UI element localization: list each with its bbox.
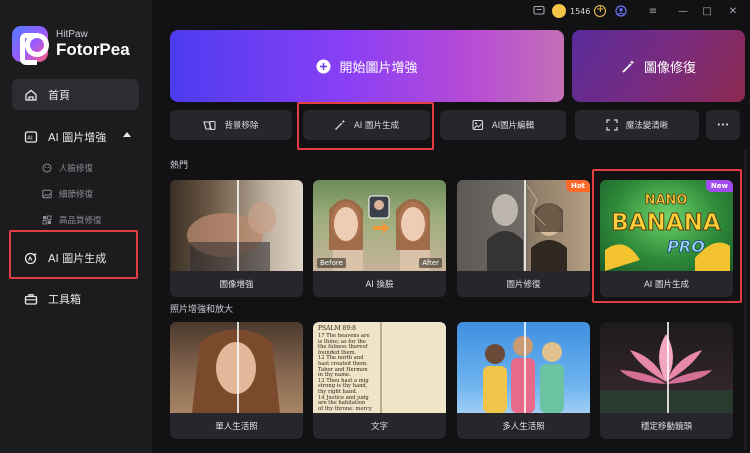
sidebar-item-label: AI 圖片增強 — [48, 130, 107, 144]
card-label: AI 換臉 — [365, 280, 394, 290]
image-icon — [42, 189, 52, 199]
background-remove-button[interactable]: 背景移除 — [170, 110, 292, 140]
home-icon — [24, 88, 38, 102]
app-logo: HitPaw FotorPea — [12, 26, 152, 66]
card-label: 單人生活照 — [215, 422, 258, 432]
before-tag: Before — [317, 258, 346, 268]
image-repair-button[interactable]: 圖像修復 — [572, 30, 745, 102]
start-enhance-label: 開始圖片增強 — [339, 60, 418, 76]
ai-image-edit-button[interactable]: AI圖片編輯 — [440, 110, 566, 140]
minimize-icon[interactable]: — — [676, 4, 690, 18]
card-label: 穩定移動鏡頭 — [640, 422, 692, 432]
grid-icon — [42, 215, 52, 225]
coin-icon — [552, 4, 566, 18]
compare-divider — [667, 322, 669, 413]
photo-card-text[interactable]: PSALM 89:8 17 The heavens are is thine; a… — [313, 322, 446, 439]
tool-label: 背景移除 — [224, 121, 259, 131]
card-image: PSALM 89:8 17 The heavens are is thine; a… — [313, 322, 446, 413]
sidebar-item-toolbox[interactable]: 工具箱 — [12, 283, 139, 314]
menu-icon[interactable]: ≡ — [646, 4, 660, 18]
photo-card-portrait[interactable]: 單人生活照 — [170, 322, 303, 439]
chat-icon[interactable] — [532, 4, 546, 18]
hot-card-repair[interactable]: Hot 圖片修復 — [457, 180, 590, 297]
account-icon[interactable] — [614, 4, 628, 18]
highlight-box-sidebar — [9, 230, 138, 279]
photo-card-group[interactable]: 多人生活照 — [457, 322, 590, 439]
brand-sub: HitPaw — [56, 29, 88, 40]
card-image — [170, 180, 303, 271]
title-bar: 1546 + ≡ — □ ✕ — [152, 0, 750, 22]
image-edit-icon — [472, 119, 484, 131]
focus-frame-icon — [606, 119, 618, 131]
more-tools-button[interactable]: ••• — [706, 110, 740, 140]
sidebar-subitem-face[interactable]: 人臉修復 — [42, 160, 93, 176]
fotorpea-logo-icon — [12, 26, 49, 65]
tool-label: 魔法變清晰 — [625, 121, 669, 131]
card-label: 文字 — [370, 422, 388, 432]
sidebar: HitPaw FotorPea 首頁 AI AI 圖片增強 人臉修復 細節修復 … — [0, 0, 152, 453]
compare-divider — [380, 322, 382, 413]
highlight-box-tool — [297, 102, 434, 150]
after-tag: After — [419, 258, 442, 268]
card-image: Before After — [313, 180, 446, 271]
scrollbar[interactable] — [744, 150, 747, 450]
compare-divider — [237, 322, 239, 413]
card-label: 圖像增強 — [219, 280, 254, 290]
highlight-box-card — [592, 169, 742, 303]
hot-badge: Hot — [565, 180, 590, 192]
ai-image-icon: AI — [24, 130, 38, 144]
sidebar-item-ai-enhance[interactable]: AI AI 圖片增強 — [12, 121, 139, 152]
chevron-up-icon[interactable] — [123, 132, 131, 137]
start-enhance-button[interactable]: 開始圖片增強 — [170, 30, 564, 102]
brand-main: FotorPea — [56, 40, 130, 59]
sidebar-subitem-label: 人臉修復 — [59, 164, 94, 174]
photo-section-title: 照片增強和放大 — [170, 305, 234, 315]
plus-circle-icon — [316, 59, 331, 74]
magic-sharpen-button[interactable]: 魔法變清晰 — [575, 110, 699, 140]
toolbox-icon — [24, 292, 38, 306]
card-label: 圖片修復 — [506, 280, 541, 290]
doc-title: PSALM 89:8 — [318, 325, 356, 332]
credit-count: 1546 — [570, 6, 591, 16]
sidebar-subitem-quality[interactable]: 高品質修復 — [42, 212, 102, 228]
magic-wand-icon — [621, 59, 636, 74]
credit-balance[interactable]: 1546 + — [552, 3, 607, 19]
hot-section-title: 熱門 — [170, 161, 189, 171]
hot-card-enhance[interactable]: 圖像增強 — [170, 180, 303, 297]
card-image — [457, 322, 590, 413]
card-image: Hot — [457, 180, 590, 271]
eraser-icon — [203, 120, 217, 131]
compare-divider — [524, 180, 526, 271]
card-image — [600, 322, 733, 413]
tool-label: AI圖片編輯 — [491, 121, 535, 131]
face-icon — [42, 163, 52, 173]
card-label: 多人生活照 — [502, 422, 545, 432]
compare-divider — [237, 180, 239, 271]
sidebar-item-label: 工具箱 — [48, 292, 81, 306]
close-icon[interactable]: ✕ — [726, 4, 740, 18]
svg-text:AI: AI — [27, 135, 33, 141]
sidebar-item-home[interactable]: 首頁 — [12, 79, 139, 110]
sidebar-item-label: 首頁 — [48, 88, 70, 102]
hot-card-faceswap[interactable]: Before After AI 換臉 — [313, 180, 446, 297]
card-image — [170, 322, 303, 413]
maximize-icon[interactable]: □ — [700, 4, 714, 18]
sidebar-subitem-detail[interactable]: 細節修復 — [42, 186, 93, 202]
photo-card-stabilize[interactable]: 穩定移動鏡頭 — [600, 322, 733, 439]
sidebar-subitem-label: 高品質修復 — [59, 216, 102, 226]
compare-divider — [524, 322, 526, 413]
image-repair-label: 圖像修復 — [643, 60, 696, 76]
add-credit-icon[interactable]: + — [594, 5, 607, 17]
sidebar-subitem-label: 細節修復 — [59, 190, 94, 200]
